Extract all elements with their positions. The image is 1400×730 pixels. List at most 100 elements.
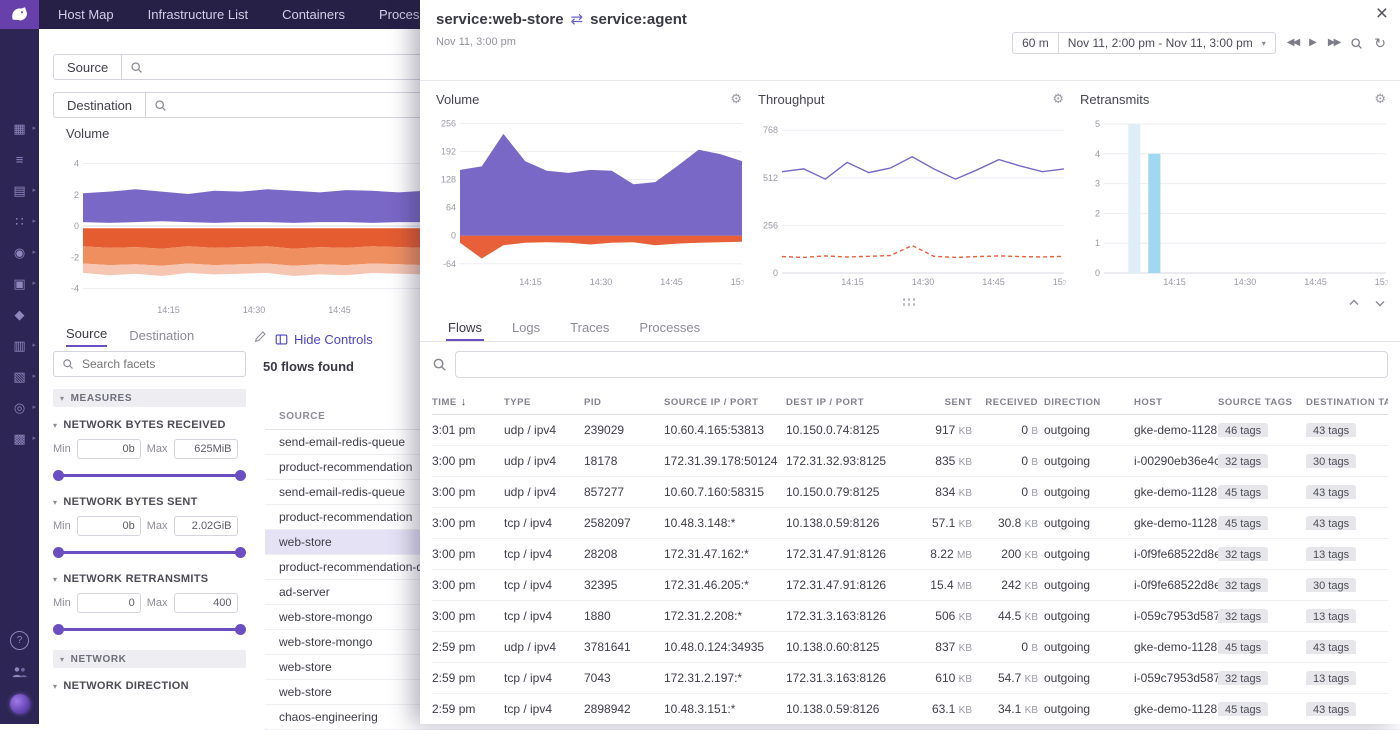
facet-range-slider[interactable] [55, 469, 244, 482]
column-header-dest-ip-port[interactable]: DEST IP / PORT [786, 397, 906, 408]
apm-icon[interactable]: ◆ [0, 299, 39, 330]
events-icon[interactable]: ▣▸ [0, 268, 39, 299]
facet-title[interactable]: ▾NETWORK BYTES SENT [53, 496, 246, 508]
flow-row[interactable]: 3:00 pmtcp / ipv41880172.31.2.208:*172.3… [432, 601, 1388, 632]
column-header-direction[interactable]: DIRECTION [1044, 397, 1134, 408]
nav-item-host-map[interactable]: Host Map [58, 7, 114, 22]
panel-resize-buttons [1346, 295, 1388, 311]
cell-destination-tags: 30 tags [1306, 578, 1388, 592]
hide-controls-button[interactable]: Hide Controls [275, 332, 373, 347]
expand-panel-icon[interactable] [1372, 295, 1388, 311]
facet-group-network[interactable]: ▾NETWORK [53, 650, 246, 668]
zoom-icon[interactable] [1350, 37, 1363, 50]
edit-icon[interactable] [254, 330, 267, 347]
facet-range-slider[interactable] [55, 623, 244, 636]
flow-row[interactable]: 3:00 pmtcp / ipv4258209710.48.3.148:*10.… [432, 508, 1388, 539]
column-header-pid[interactable]: PID [584, 397, 664, 408]
forward-icon[interactable]: ▶▶ [1328, 38, 1339, 48]
facet-range-slider[interactable] [55, 546, 244, 559]
help-icon[interactable]: ? [10, 631, 29, 650]
flow-row[interactable]: 3:01 pmudp / ipv423902910.60.4.165:53813… [432, 415, 1388, 446]
flow-row[interactable]: 3:00 pmudp / ipv485727710.60.7.160:58315… [432, 477, 1388, 508]
source-tags-badge: 45 tags [1218, 516, 1268, 530]
datadog-logo[interactable] [0, 0, 39, 29]
network-icon[interactable]: ∷▸ [0, 206, 39, 237]
collapse-panel-icon[interactable] [1346, 295, 1362, 311]
logs-icon[interactable]: ▥▸ [0, 330, 39, 361]
facet-min-input[interactable] [77, 439, 141, 459]
play-icon[interactable]: ▶ [1309, 38, 1317, 48]
duration-select[interactable]: 60 m [1012, 32, 1059, 54]
flow-row[interactable]: 2:59 pmtcp / ipv47043172.31.2.197:*172.3… [432, 663, 1388, 694]
close-icon[interactable]: × [1376, 2, 1388, 26]
flow-search [420, 342, 1400, 384]
rewind-icon[interactable]: ◀◀ [1287, 38, 1298, 48]
metrics-icon[interactable]: ▤▸ [0, 175, 39, 206]
cell-time: 3:00 pm [432, 454, 504, 468]
flow-search-input[interactable] [455, 351, 1388, 378]
facet-search-input[interactable] [80, 356, 237, 372]
nav-item-infrastructure-list[interactable]: Infrastructure List [148, 7, 248, 22]
facet-title[interactable]: ▾NETWORK RETRANSMITS [53, 573, 246, 585]
flow-row[interactable]: 2:59 pmtcp / ipv4289894210.48.3.151:*10.… [432, 694, 1388, 724]
flow-row[interactable]: 2:59 pmudp / ipv4378164110.48.0.124:3493… [432, 632, 1388, 663]
security-icon[interactable]: ▩▸ [0, 423, 39, 454]
column-header-type[interactable]: TYPE [504, 397, 584, 408]
users-icon[interactable] [11, 666, 28, 678]
facet-title[interactable]: ▾NETWORK BYTES RECEIVED [53, 419, 246, 431]
svg-text:-4: -4 [71, 284, 79, 294]
cell-dest-ip: 10.150.0.79:8125 [786, 485, 906, 499]
column-header-source-ip-port[interactable]: SOURCE IP / PORT [664, 397, 786, 408]
flow-row[interactable]: 3:00 pmudp / ipv418178172.31.39.178:5012… [432, 446, 1388, 477]
column-header-destination-tags[interactable]: DESTINATION TAGS [1306, 397, 1388, 408]
facet-min-input[interactable] [77, 516, 141, 536]
facet-title[interactable]: ▾NETWORK DIRECTION [53, 680, 246, 692]
source-filter-label[interactable]: Source [53, 54, 121, 80]
facet-group-measures[interactable]: ▾MEASURES [53, 389, 246, 407]
cell-received: 0 B [978, 454, 1044, 468]
timerange-select[interactable]: Nov 11, 2:00 pm - Nov 11, 3:00 pm ▾ [1059, 32, 1276, 54]
nav-item-containers[interactable]: Containers [282, 7, 345, 22]
column-header-host[interactable]: HOST [1134, 397, 1218, 408]
synthetics-icon[interactable]: ◎▸ [0, 392, 39, 423]
tab-flows[interactable]: Flows [446, 315, 484, 341]
facet-max-input[interactable] [174, 439, 238, 459]
tab-destination[interactable]: Destination [129, 328, 194, 347]
cell-type: tcp / ipv4 [504, 547, 584, 561]
source-service-link[interactable]: service:web-store [436, 11, 564, 28]
destination-service-link[interactable]: service:agent [590, 11, 687, 28]
facet-network-bytes-received: ▾NETWORK BYTES RECEIVEDMinMax [53, 419, 246, 482]
watchdog-icon[interactable]: ◉▸ [0, 237, 39, 268]
refresh-icon[interactable]: ↻ [1374, 36, 1386, 50]
svg-text:128: 128 [441, 175, 456, 185]
tab-traces[interactable]: Traces [568, 315, 611, 341]
infrastructure-icon[interactable]: ≡ [0, 144, 39, 175]
tab-processes[interactable]: Processes [637, 315, 702, 341]
assistant-icon[interactable] [10, 694, 30, 714]
gear-icon[interactable]: ⚙ [730, 91, 742, 107]
tab-source[interactable]: Source [66, 326, 107, 347]
column-header-received[interactable]: RECEIVED [978, 397, 1044, 408]
gear-icon[interactable]: ⚙ [1052, 91, 1064, 107]
destination-filter-label[interactable]: Destination [53, 92, 145, 118]
tab-logs[interactable]: Logs [510, 315, 542, 341]
cell-destination-tags: 43 tags [1306, 485, 1388, 499]
notebooks-icon[interactable]: ▧▸ [0, 361, 39, 392]
cell-host: i-059c7953d587 [1134, 671, 1218, 685]
cell-received: 34.1 KB [978, 702, 1044, 716]
column-header-time[interactable]: TIME↓ [432, 396, 504, 408]
gear-icon[interactable]: ⚙ [1374, 91, 1386, 107]
panel-drag-handle[interactable] [420, 291, 1400, 315]
svg-text:0: 0 [1095, 268, 1100, 278]
cell-host: i-0f9fe68522d8e [1134, 547, 1218, 561]
facet-max-input[interactable] [174, 516, 238, 536]
column-header-sent[interactable]: SENT [906, 397, 978, 408]
source-tags-badge: 46 tags [1218, 423, 1268, 437]
host-map-icon[interactable]: ▦▸ [0, 113, 39, 144]
column-header-source-tags[interactable]: SOURCE TAGS [1218, 397, 1306, 408]
facet-search[interactable] [53, 351, 246, 377]
flow-row[interactable]: 3:00 pmtcp / ipv432395172.31.46.205:*172… [432, 570, 1388, 601]
facet-max-input[interactable] [174, 593, 238, 613]
flow-row[interactable]: 3:00 pmtcp / ipv428208172.31.47.162:*172… [432, 539, 1388, 570]
facet-min-input[interactable] [77, 593, 141, 613]
